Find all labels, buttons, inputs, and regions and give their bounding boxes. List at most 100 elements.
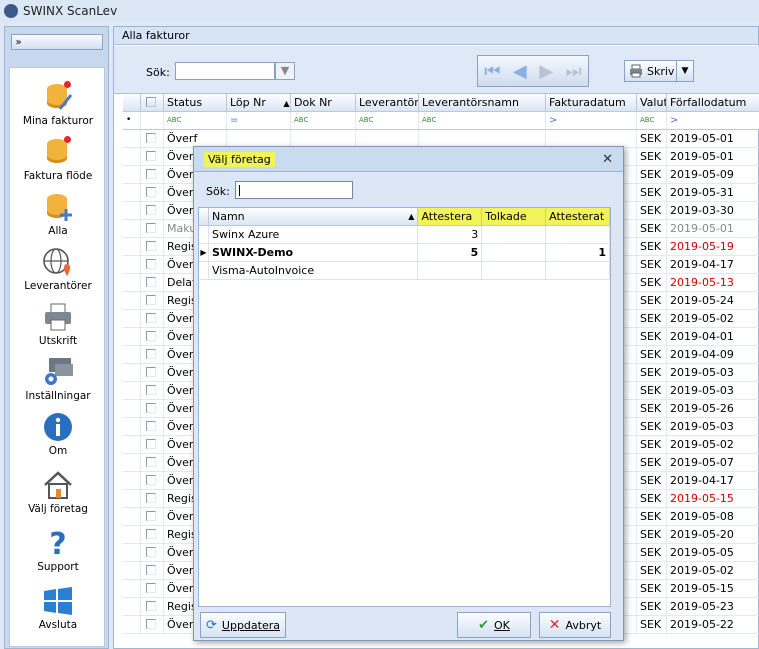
next-record-icon[interactable]: ▶: [539, 61, 553, 82]
column-header[interactable]: Leverantörsnamn: [419, 94, 546, 112]
column-header[interactable]: Attesterat: [546, 208, 610, 226]
due-date-cell: 2019-05-02: [667, 310, 759, 328]
company-row[interactable]: Swinx Azure 3: [199, 226, 610, 244]
column-header[interactable]: Tolkade: [482, 208, 547, 226]
row-checkbox[interactable]: [141, 256, 164, 274]
row-checkbox[interactable]: [141, 526, 164, 544]
currency-cell: SEK: [637, 292, 667, 310]
row-indicator: [123, 328, 141, 346]
previous-record-icon[interactable]: ◀: [513, 61, 527, 82]
tab-alla-fakturor[interactable]: Alla fakturor: [114, 27, 758, 45]
sidebar-item-installningar[interactable]: Inställningar: [10, 347, 106, 402]
row-checkbox[interactable]: [141, 562, 164, 580]
column-header[interactable]: Status: [164, 94, 227, 112]
row-checkbox[interactable]: [141, 346, 164, 364]
cancel-button[interactable]: ✕ Avbryt: [539, 612, 611, 638]
grid-header: Status Löp Nr ▲ Dok Nr Leverantörsi Leve…: [123, 94, 759, 112]
row-checkbox[interactable]: [141, 166, 164, 184]
sidebar-item-leverantorer[interactable]: Leverantörer: [10, 237, 106, 292]
row-checkbox[interactable]: [141, 544, 164, 562]
filter-text-icon[interactable]: ABC: [637, 112, 667, 130]
column-header[interactable]: Namn ▲: [208, 208, 419, 226]
sidebar-item-support[interactable]: ? Support: [10, 518, 106, 573]
row-checkbox[interactable]: [141, 328, 164, 346]
filter-icon[interactable]: ▼: [275, 62, 295, 80]
column-header[interactable]: Leverantörsi: [356, 94, 419, 112]
row-checkbox[interactable]: [141, 454, 164, 472]
collapse-button[interactable]: »: [10, 34, 103, 50]
windows-icon: [42, 585, 74, 617]
sidebar-item-label: Leverantörer: [24, 280, 92, 292]
row-checkbox[interactable]: [141, 364, 164, 382]
row-indicator: [123, 400, 141, 418]
row-checkbox[interactable]: [141, 238, 164, 256]
row-checkbox[interactable]: [141, 382, 164, 400]
filter-text-icon[interactable]: ABC: [356, 112, 419, 130]
ok-button[interactable]: ✔ OK: [457, 612, 531, 638]
first-record-icon[interactable]: ⏮: [484, 61, 500, 82]
row-checkbox[interactable]: [141, 616, 164, 634]
filter-text-icon[interactable]: ABC: [419, 112, 546, 130]
row-checkbox[interactable]: [141, 310, 164, 328]
sidebar-item-mina-fakturor[interactable]: Mina fakturor: [10, 72, 106, 127]
attesterat-cell: [546, 262, 610, 280]
row-checkbox[interactable]: [141, 130, 164, 148]
company-row[interactable]: ▶ SWINX-Demo 5 1: [199, 244, 610, 262]
refresh-label: Uppdatera: [221, 618, 280, 632]
column-header[interactable]: Löp Nr ▲: [227, 94, 291, 112]
sidebar-item-label: Om: [48, 445, 68, 457]
row-checkbox[interactable]: [141, 184, 164, 202]
select-all-checkbox[interactable]: [141, 94, 164, 112]
company-row[interactable]: Visma-AutoInvoice: [199, 262, 610, 280]
filter-cell[interactable]: [141, 112, 164, 130]
sidebar-item-utskrift[interactable]: Utskrift: [10, 292, 106, 347]
currency-cell: SEK: [637, 616, 667, 634]
print-dropdown-icon[interactable]: ▼: [676, 60, 694, 82]
column-header[interactable]: Attestera: [418, 208, 483, 226]
column-header[interactable]: Valut: [637, 94, 667, 112]
grid-filter-row: • ABC = ABC ABC ABC > ABC >: [123, 112, 759, 130]
currency-cell: SEK: [637, 220, 667, 238]
row-checkbox[interactable]: [141, 436, 164, 454]
sidebar-item-label: Avsluta: [38, 619, 78, 631]
row-checkbox[interactable]: [141, 220, 164, 238]
row-checkbox[interactable]: [141, 418, 164, 436]
filter-equals-icon[interactable]: =: [227, 112, 291, 130]
filter-greater-icon[interactable]: >: [546, 112, 637, 130]
last-record-icon[interactable]: ⏭: [566, 61, 582, 82]
row-checkbox[interactable]: [141, 400, 164, 418]
svg-text:?: ?: [49, 527, 66, 559]
column-header[interactable]: Fakturadatum: [546, 94, 637, 112]
filter-text-icon[interactable]: ABC: [164, 112, 227, 130]
due-date-cell: 2019-05-26: [667, 400, 759, 418]
sidebar-item-valj-foretag[interactable]: Välj företag: [10, 460, 106, 515]
sidebar-item-faktura-flode[interactable]: Faktura flöde: [10, 127, 106, 182]
dialog-search-input[interactable]: [235, 181, 353, 199]
filter-text-icon[interactable]: ABC: [291, 112, 356, 130]
row-checkbox[interactable]: [141, 508, 164, 526]
refresh-button[interactable]: ⟳ Uppdatera: [200, 612, 286, 638]
search-input[interactable]: [175, 62, 275, 80]
print-button[interactable]: Skriv: [624, 60, 684, 82]
sidebar-item-label: Mina fakturor: [22, 115, 94, 127]
column-header[interactable]: Förfallodatum: [667, 94, 759, 112]
row-checkbox[interactable]: [141, 292, 164, 310]
row-checkbox[interactable]: [141, 274, 164, 292]
row-checkbox[interactable]: [141, 202, 164, 220]
sidebar-item-avsluta[interactable]: Avsluta: [10, 576, 106, 631]
close-icon[interactable]: ✕: [602, 152, 613, 167]
row-checkbox[interactable]: [141, 580, 164, 598]
row-checkbox[interactable]: [141, 598, 164, 616]
currency-cell: SEK: [637, 526, 667, 544]
due-date-cell: 2019-05-13: [667, 274, 759, 292]
row-indicator: [123, 256, 141, 274]
sidebar-item-om[interactable]: Om: [10, 402, 106, 457]
due-date-cell: 2019-05-24: [667, 292, 759, 310]
toolbar: Sök: ▼ ⏮ ◀ ▶ ⏭ Skriv ▼: [114, 46, 759, 94]
row-checkbox[interactable]: [141, 472, 164, 490]
sidebar-item-alla[interactable]: Alla: [10, 182, 106, 237]
row-checkbox[interactable]: [141, 148, 164, 166]
filter-greater-icon[interactable]: >: [667, 112, 759, 130]
column-header[interactable]: Dok Nr: [291, 94, 356, 112]
row-checkbox[interactable]: [141, 490, 164, 508]
